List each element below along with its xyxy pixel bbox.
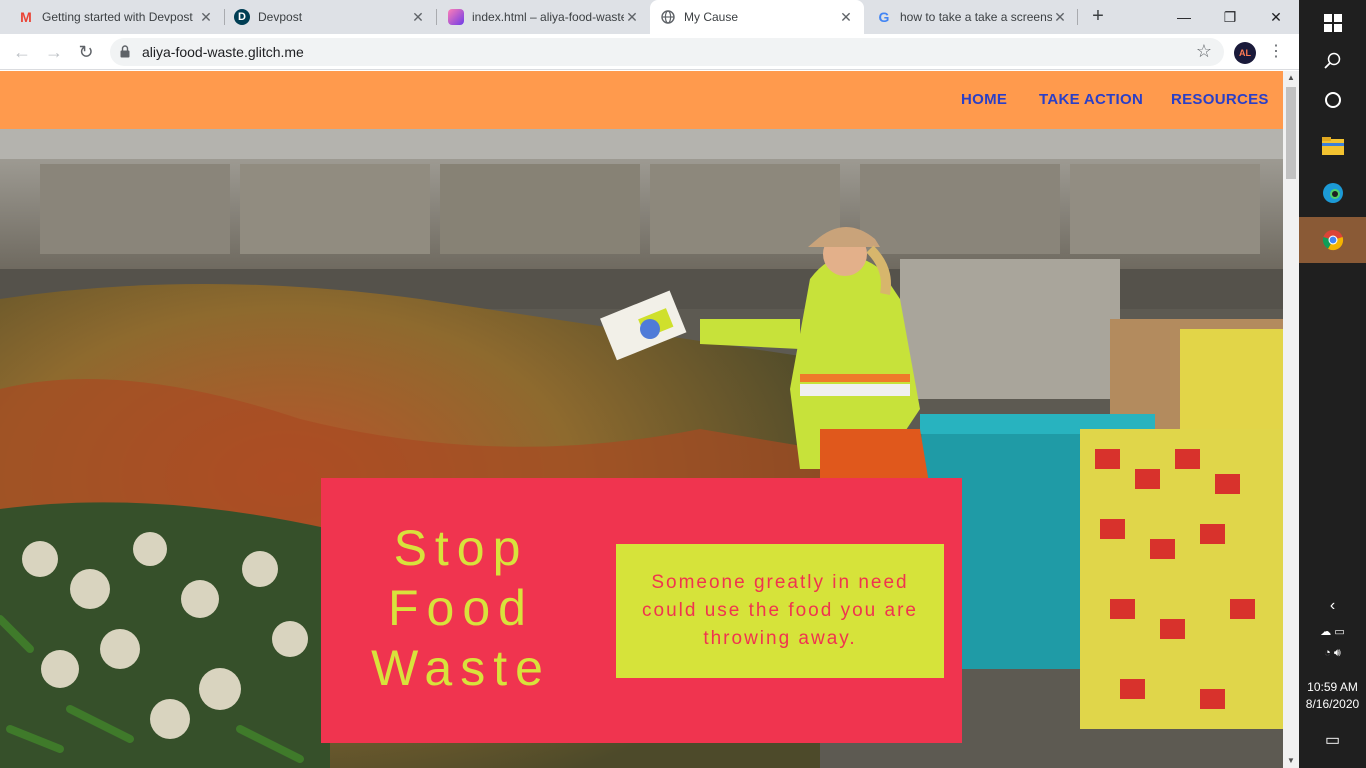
globe-icon [660,9,676,25]
devpost-icon: D [234,9,250,25]
nav-link-resources[interactable]: RESOURCES [1171,91,1269,108]
scrollbar-thumb[interactable] [1286,87,1296,179]
clock-date[interactable]: 8/16/2020 [1299,697,1366,711]
close-tab-icon[interactable]: ✕ [624,9,640,26]
page-scrollbar[interactable]: ▲ ▼ [1283,71,1299,768]
message-box: Someone greatly in need could use the fo… [616,544,944,678]
google-icon: G [878,9,890,25]
gmail-icon: M [20,9,32,25]
chrome-icon[interactable] [1299,217,1366,263]
tab-strip: M Getting started with Devpost ✕ D Devpo… [0,0,1299,34]
tab-glitch[interactable]: index.html – aliya-food-waste ✕ [438,0,650,34]
message-text: Someone greatly in need could use the fo… [642,572,918,649]
restore-button[interactable]: ❐ [1207,0,1253,34]
scroll-up-arrow-icon[interactable]: ▲ [1283,71,1299,85]
headline: Stop Food Waste [371,520,551,696]
minimize-button[interactable]: — [1161,0,1207,34]
address-bar[interactable]: aliya-food-waste.glitch.me ☆ [110,38,1224,66]
edge-icon[interactable] [1299,170,1366,216]
close-tab-icon[interactable]: ✕ [838,9,854,26]
menu-kebab-icon[interactable]: ⋮ [1268,41,1284,61]
new-tab-button[interactable]: + [1086,5,1110,29]
close-tab-icon[interactable]: ✕ [198,9,214,26]
close-window-button[interactable]: ✕ [1253,0,1299,34]
glitch-icon [448,9,464,25]
site-navbar: HOME TAKE ACTION RESOURCES [0,71,1283,129]
back-button[interactable]: ← [10,40,34,64]
nav-link-home[interactable]: HOME [961,91,1007,108]
cause-card: Stop Food Waste Someone greatly in need … [321,478,962,743]
windows-taskbar: ‹ ☁ ▭ ◔ 🔊︎ 10:59 AM 8/16/2020 ▭ [1299,0,1366,768]
file-explorer-icon[interactable] [1299,123,1366,169]
page-viewport: HOME TAKE ACTION RESOURCES Stop Food Was… [0,71,1283,768]
cortana-icon[interactable] [1299,77,1366,123]
action-center-icon[interactable]: ▭ [1299,730,1366,750]
profile-avatar[interactable]: AL [1234,42,1256,64]
scroll-down-arrow-icon[interactable]: ▼ [1283,754,1299,768]
tab-my-cause[interactable]: My Cause ✕ [650,0,864,34]
bookmark-star-icon[interactable]: ☆ [1196,41,1212,62]
system-tray-icons[interactable]: ☁ ▭ [1299,625,1366,638]
forward-button[interactable]: → [42,40,66,64]
tab-devpost[interactable]: D Devpost ✕ [224,0,436,34]
close-tab-icon[interactable]: ✕ [410,9,426,26]
tab-gmail[interactable]: M Getting started with Devpost ✕ [8,0,224,34]
lock-icon [120,45,130,58]
tab-google[interactable]: G how to take a take a screenshot ✕ [866,0,1078,34]
nav-link-take-action[interactable]: TAKE ACTION [1039,91,1143,108]
clock-time[interactable]: 10:59 AM [1299,680,1366,694]
reload-button[interactable]: ↻ [74,40,98,64]
browser-toolbar: ← → ↻ aliya-food-waste.glitch.me ☆ AL ⋮ [0,34,1299,70]
show-hidden-icons-chevron-icon[interactable]: ‹ [1299,597,1366,615]
close-tab-icon[interactable]: ✕ [1052,9,1068,26]
network-volume-icons[interactable]: ◔ 🔊︎ [1299,647,1366,660]
url-text: aliya-food-waste.glitch.me [142,44,304,60]
